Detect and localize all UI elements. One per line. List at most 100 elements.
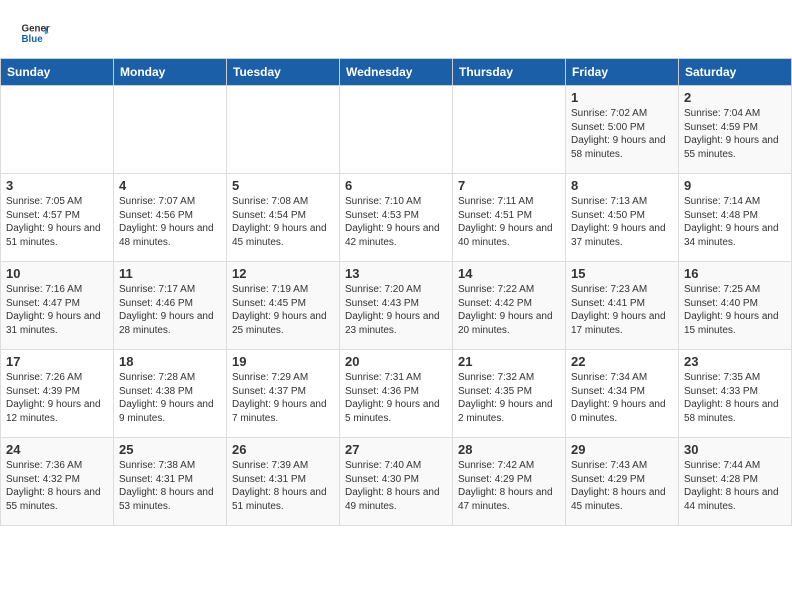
day-number: 11 xyxy=(119,266,221,281)
calendar-header-thursday: Thursday xyxy=(453,59,566,86)
calendar-header-monday: Monday xyxy=(114,59,227,86)
calendar-week-1: 1 Sunrise: 7:02 AM Sunset: 5:00 PM Daylig… xyxy=(1,86,792,174)
calendar-cell xyxy=(1,86,114,174)
calendar-cell: 5Sunrise: 7:08 AM Sunset: 4:54 PM Daylig… xyxy=(227,174,340,262)
calendar-cell xyxy=(453,86,566,174)
day-number: 13 xyxy=(345,266,447,281)
day-number: 26 xyxy=(232,442,334,457)
day-number: 10 xyxy=(6,266,108,281)
day-info: Sunrise: 7:28 AM Sunset: 4:38 PM Dayligh… xyxy=(119,371,221,425)
calendar-header-friday: Friday xyxy=(566,59,679,86)
calendar-cell: 29 Sunrise: 7:43 AM Sunset: 4:29 PM Dayli… xyxy=(566,438,679,526)
day-info: Sunrise: 7:29 AM Sunset: 4:37 PM Dayligh… xyxy=(232,371,334,425)
day-info: Sunrise: 7:10 AM Sunset: 4:53 PM Dayligh… xyxy=(345,195,447,249)
day-info: Sunrise: 7:13 AM Sunset: 4:50 PM Dayligh… xyxy=(571,195,673,249)
day-info: Sunrise: 7:42 AM Sunset: 4:29 PM Dayligh… xyxy=(458,459,560,513)
day-info: Sunrise: 7:19 AM Sunset: 4:45 PM Dayligh… xyxy=(232,283,334,337)
calendar-week-3: 10 Sunrise: 7:16 AM Sunset: 4:47 PM Dayli… xyxy=(1,262,792,350)
calendar-cell: 17 Sunrise: 7:26 AM Sunset: 4:39 PM Dayli… xyxy=(1,350,114,438)
day-info: Sunrise: 7:43 AM Sunset: 4:29 PM Dayligh… xyxy=(571,459,673,513)
day-number: 20 xyxy=(345,354,447,369)
day-number: 9 xyxy=(684,178,786,193)
day-number: 12 xyxy=(232,266,334,281)
day-number: 6 xyxy=(345,178,447,193)
calendar-cell: 24Sunrise: 7:36 AM Sunset: 4:32 PM Dayli… xyxy=(1,438,114,526)
calendar-cell: 7 Sunrise: 7:11 AM Sunset: 4:51 PM Daylig… xyxy=(453,174,566,262)
day-number: 23 xyxy=(684,354,786,369)
day-number: 16 xyxy=(684,266,786,281)
calendar-cell: 25 Sunrise: 7:38 AM Sunset: 4:31 PM Dayli… xyxy=(114,438,227,526)
day-number: 17 xyxy=(6,354,108,369)
day-number: 29 xyxy=(571,442,673,457)
calendar-cell: 23 Sunrise: 7:35 AM Sunset: 4:33 PM Dayli… xyxy=(679,350,792,438)
calendar-cell xyxy=(114,86,227,174)
calendar-header-tuesday: Tuesday xyxy=(227,59,340,86)
calendar-header-sunday: Sunday xyxy=(1,59,114,86)
day-number: 21 xyxy=(458,354,560,369)
day-info: Sunrise: 7:32 AM Sunset: 4:35 PM Dayligh… xyxy=(458,371,560,425)
day-info: Sunrise: 7:31 AM Sunset: 4:36 PM Dayligh… xyxy=(345,371,447,425)
page-header: General Blue xyxy=(0,0,792,58)
day-number: 30 xyxy=(684,442,786,457)
day-number: 25 xyxy=(119,442,221,457)
day-info: Sunrise: 7:34 AM Sunset: 4:34 PM Dayligh… xyxy=(571,371,673,425)
calendar-week-2: 3Sunrise: 7:05 AM Sunset: 4:57 PM Daylig… xyxy=(1,174,792,262)
day-info: Sunrise: 7:05 AM Sunset: 4:57 PM Dayligh… xyxy=(6,195,108,249)
calendar-week-5: 24Sunrise: 7:36 AM Sunset: 4:32 PM Dayli… xyxy=(1,438,792,526)
calendar-table: SundayMondayTuesdayWednesdayThursdayFrid… xyxy=(0,58,792,526)
calendar-cell: 26 Sunrise: 7:39 AM Sunset: 4:31 PM Dayli… xyxy=(227,438,340,526)
calendar-cell: 4 Sunrise: 7:07 AM Sunset: 4:56 PM Daylig… xyxy=(114,174,227,262)
day-info: Sunrise: 7:02 AM Sunset: 5:00 PM Dayligh… xyxy=(571,107,673,161)
day-info: Sunrise: 7:04 AM Sunset: 4:59 PM Dayligh… xyxy=(684,107,786,161)
day-info: Sunrise: 7:07 AM Sunset: 4:56 PM Dayligh… xyxy=(119,195,221,249)
calendar-cell: 1 Sunrise: 7:02 AM Sunset: 5:00 PM Daylig… xyxy=(566,86,679,174)
calendar-cell: 10 Sunrise: 7:16 AM Sunset: 4:47 PM Dayli… xyxy=(1,262,114,350)
calendar-cell xyxy=(340,86,453,174)
day-info: Sunrise: 7:11 AM Sunset: 4:51 PM Dayligh… xyxy=(458,195,560,249)
calendar-header-saturday: Saturday xyxy=(679,59,792,86)
day-number: 4 xyxy=(119,178,221,193)
calendar-cell: 15 Sunrise: 7:23 AM Sunset: 4:41 PM Dayli… xyxy=(566,262,679,350)
calendar-cell: 28 Sunrise: 7:42 AM Sunset: 4:29 PM Dayli… xyxy=(453,438,566,526)
day-info: Sunrise: 7:16 AM Sunset: 4:47 PM Dayligh… xyxy=(6,283,108,337)
calendar-cell xyxy=(227,86,340,174)
day-number: 19 xyxy=(232,354,334,369)
calendar-body: 1 Sunrise: 7:02 AM Sunset: 5:00 PM Daylig… xyxy=(1,86,792,526)
calendar-week-4: 17 Sunrise: 7:26 AM Sunset: 4:39 PM Dayli… xyxy=(1,350,792,438)
calendar-cell: 20 Sunrise: 7:31 AM Sunset: 4:36 PM Dayli… xyxy=(340,350,453,438)
calendar-cell: 12 Sunrise: 7:19 AM Sunset: 4:45 PM Dayli… xyxy=(227,262,340,350)
day-number: 15 xyxy=(571,266,673,281)
day-number: 18 xyxy=(119,354,221,369)
day-info: Sunrise: 7:26 AM Sunset: 4:39 PM Dayligh… xyxy=(6,371,108,425)
calendar-cell: 11 Sunrise: 7:17 AM Sunset: 4:46 PM Dayli… xyxy=(114,262,227,350)
calendar-cell: 14Sunrise: 7:22 AM Sunset: 4:42 PM Dayli… xyxy=(453,262,566,350)
calendar-cell: 21 Sunrise: 7:32 AM Sunset: 4:35 PM Dayli… xyxy=(453,350,566,438)
day-number: 2 xyxy=(684,90,786,105)
day-info: Sunrise: 7:20 AM Sunset: 4:43 PM Dayligh… xyxy=(345,283,447,337)
day-info: Sunrise: 7:23 AM Sunset: 4:41 PM Dayligh… xyxy=(571,283,673,337)
day-number: 7 xyxy=(458,178,560,193)
calendar-header-wednesday: Wednesday xyxy=(340,59,453,86)
day-info: Sunrise: 7:17 AM Sunset: 4:46 PM Dayligh… xyxy=(119,283,221,337)
day-number: 24 xyxy=(6,442,108,457)
day-info: Sunrise: 7:25 AM Sunset: 4:40 PM Dayligh… xyxy=(684,283,786,337)
day-info: Sunrise: 7:38 AM Sunset: 4:31 PM Dayligh… xyxy=(119,459,221,513)
day-number: 14 xyxy=(458,266,560,281)
day-number: 28 xyxy=(458,442,560,457)
calendar-cell: 2 Sunrise: 7:04 AM Sunset: 4:59 PM Daylig… xyxy=(679,86,792,174)
day-number: 22 xyxy=(571,354,673,369)
day-number: 1 xyxy=(571,90,673,105)
day-info: Sunrise: 7:14 AM Sunset: 4:48 PM Dayligh… xyxy=(684,195,786,249)
day-number: 8 xyxy=(571,178,673,193)
calendar-cell: 19 Sunrise: 7:29 AM Sunset: 4:37 PM Dayli… xyxy=(227,350,340,438)
svg-text:Blue: Blue xyxy=(22,34,44,45)
day-info: Sunrise: 7:40 AM Sunset: 4:30 PM Dayligh… xyxy=(345,459,447,513)
calendar-cell: 30Sunrise: 7:44 AM Sunset: 4:28 PM Dayli… xyxy=(679,438,792,526)
day-number: 27 xyxy=(345,442,447,457)
calendar-cell: 6 Sunrise: 7:10 AM Sunset: 4:53 PM Daylig… xyxy=(340,174,453,262)
day-info: Sunrise: 7:08 AM Sunset: 4:54 PM Dayligh… xyxy=(232,195,334,249)
day-info: Sunrise: 7:35 AM Sunset: 4:33 PM Dayligh… xyxy=(684,371,786,425)
calendar-cell: 9 Sunrise: 7:14 AM Sunset: 4:48 PM Daylig… xyxy=(679,174,792,262)
day-info: Sunrise: 7:39 AM Sunset: 4:31 PM Dayligh… xyxy=(232,459,334,513)
calendar-cell: 16 Sunrise: 7:25 AM Sunset: 4:40 PM Dayli… xyxy=(679,262,792,350)
